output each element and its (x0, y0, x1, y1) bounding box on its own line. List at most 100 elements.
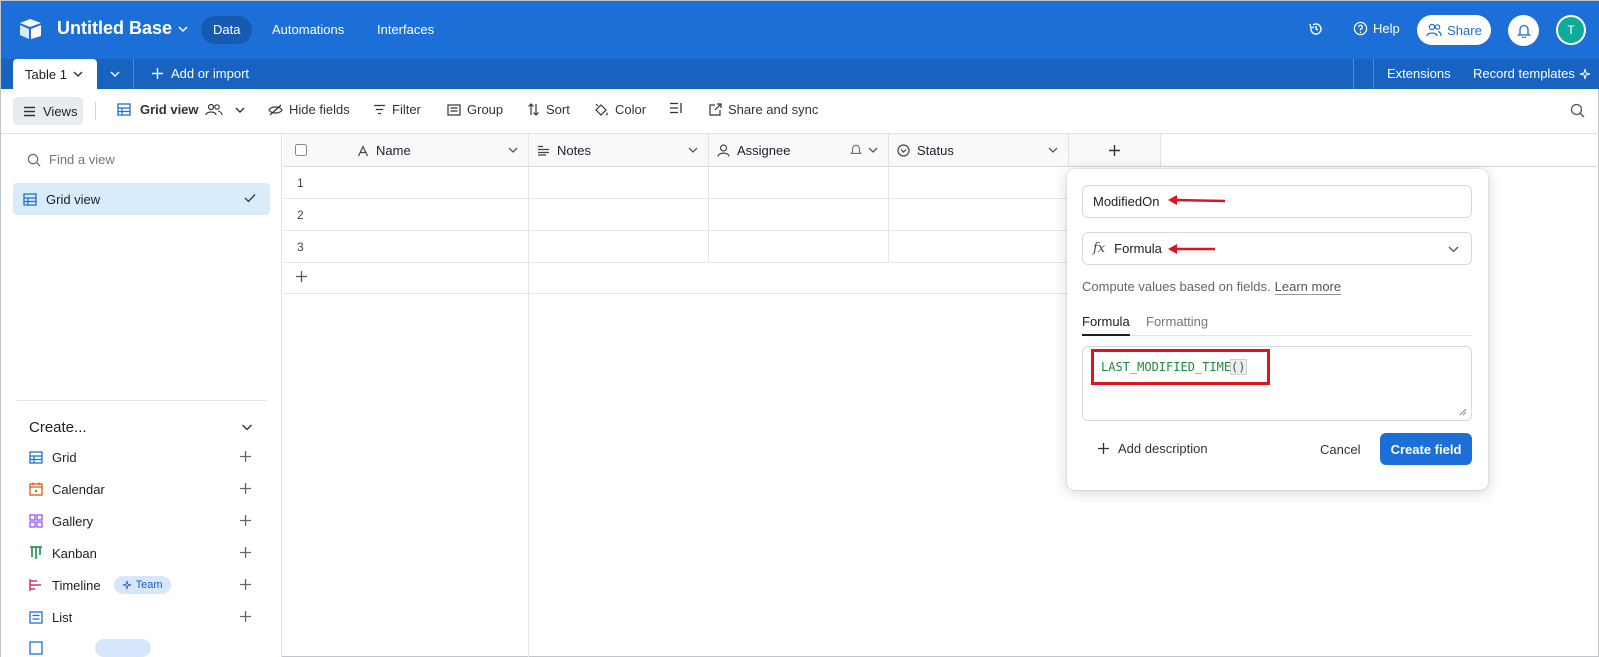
row-height-icon (670, 102, 682, 114)
views-toggle-button[interactable]: Views (13, 97, 83, 125)
bell-icon (1516, 24, 1531, 38)
add-record-icon[interactable] (295, 270, 308, 283)
notifications-button[interactable] (1508, 15, 1539, 46)
sort-button[interactable]: Sort (527, 102, 570, 117)
tab-formatting[interactable]: Formatting (1146, 314, 1208, 336)
chevron-down-icon[interactable] (688, 146, 698, 154)
create-view-heading[interactable]: Create... (29, 419, 87, 436)
column-label: Name (376, 143, 411, 158)
plus-icon[interactable] (239, 450, 252, 463)
create-list-item[interactable]: List (29, 607, 72, 627)
select-all-checkbox[interactable] (295, 144, 307, 156)
resize-handle-icon[interactable] (1459, 408, 1467, 416)
create-item-partial (29, 639, 259, 657)
plus-icon[interactable] (239, 482, 252, 495)
add-description-button[interactable]: Add description (1097, 441, 1208, 456)
nav-automations[interactable]: Automations (260, 16, 356, 44)
chevron-down-icon[interactable] (868, 146, 878, 154)
add-or-import-button[interactable]: Add or import (151, 66, 249, 81)
find-view-input[interactable]: Find a view (27, 152, 115, 167)
tab-divider (133, 59, 134, 89)
extensions-button[interactable]: Extensions (1387, 66, 1451, 81)
plus-icon[interactable] (239, 514, 252, 527)
share-and-sync-button[interactable]: Share and sync (709, 102, 818, 117)
list-icon (29, 610, 43, 624)
sparkle-icon (1579, 68, 1591, 79)
formula-editor[interactable]: LAST_MODIFIED_TIME() (1082, 346, 1472, 421)
chevron-down-icon[interactable] (508, 146, 518, 154)
help-icon (1353, 21, 1368, 36)
group-button[interactable]: Group (447, 102, 503, 117)
chevron-down-icon[interactable] (1048, 146, 1058, 154)
help-button[interactable]: Help (1353, 21, 1400, 36)
create-kanban-item[interactable]: Kanban (29, 543, 97, 563)
row-height-button[interactable] (669, 102, 683, 114)
airtable-logo-icon[interactable] (19, 18, 43, 40)
base-title-text: Untitled Base (57, 18, 173, 38)
color-button[interactable]: Color (594, 102, 646, 117)
history-icon[interactable] (1308, 21, 1324, 37)
nav-data[interactable]: Data (201, 16, 253, 44)
plus-icon[interactable] (239, 610, 252, 623)
plus-icon[interactable] (239, 578, 252, 591)
base-title[interactable]: Untitled Base (57, 18, 188, 39)
add-description-label: Add description (1118, 441, 1208, 456)
gantt-icon (29, 641, 43, 655)
team-badge: Team (113, 576, 171, 594)
cancel-button[interactable]: Cancel (1320, 442, 1360, 457)
external-link-icon (709, 103, 722, 116)
column-header-status[interactable]: Status (889, 134, 1069, 167)
long-text-icon (538, 145, 549, 156)
column-header-primary[interactable]: Name (283, 134, 529, 167)
eye-off-icon (268, 104, 283, 115)
create-calendar-item[interactable]: Calendar (29, 479, 105, 499)
create-item-label: Kanban (52, 545, 97, 561)
add-or-import-label: Add or import (171, 66, 250, 81)
create-field-label: Create field (1390, 441, 1462, 457)
grid-icon (23, 192, 37, 206)
top-header: Untitled Base Data Automations Interface… (1, 1, 1599, 59)
create-item-label: Grid (52, 449, 77, 465)
field-type-select[interactable]: fx Formula (1082, 232, 1472, 265)
all-tables-chevron-icon[interactable] (109, 68, 121, 80)
chevron-down-icon[interactable] (241, 422, 253, 432)
tab-table-1[interactable]: Table 1 (13, 59, 97, 89)
table-row[interactable]: 2 (283, 199, 1073, 231)
plus-icon[interactable] (239, 546, 252, 559)
user-avatar[interactable]: T (1556, 15, 1586, 45)
nav-interfaces[interactable]: Interfaces (365, 16, 446, 44)
chevron-down-icon (73, 71, 83, 77)
create-timeline-item[interactable]: Timeline Team (29, 575, 171, 595)
field-name-value: ModifiedOn (1093, 194, 1160, 209)
create-grid-item[interactable]: Grid (29, 447, 77, 467)
field-name-input[interactable]: ModifiedOn (1082, 185, 1472, 218)
search-icon[interactable] (1570, 103, 1585, 118)
view-name: Grid view (140, 102, 199, 117)
create-field-button[interactable]: Create field (1380, 433, 1472, 465)
help-label: Help (1373, 21, 1400, 36)
learn-more-link[interactable]: Learn more (1274, 279, 1342, 295)
filter-button[interactable]: Filter (373, 102, 421, 117)
column-header-notes[interactable]: Notes (529, 134, 709, 167)
view-switcher[interactable]: Grid view (117, 102, 245, 117)
column-header-assignee[interactable]: Assignee (709, 134, 889, 167)
tab-formula[interactable]: Formula (1082, 314, 1130, 336)
field-type-description: Compute values based on fields. Learn mo… (1082, 279, 1342, 295)
table-row[interactable]: 3 (283, 231, 1073, 263)
chevron-down-icon (1448, 245, 1459, 253)
table-tab-label: Table 1 (25, 66, 67, 82)
sidebar-item-grid-view[interactable]: Grid view (13, 183, 270, 215)
create-gallery-item[interactable]: Gallery (29, 511, 93, 531)
add-row-strip[interactable] (283, 263, 1073, 294)
users-icon (1426, 23, 1442, 37)
share-button[interactable]: Share (1417, 15, 1491, 45)
record-templates-button[interactable]: Record templates (1473, 66, 1591, 81)
record-templates-label: Record templates (1473, 66, 1575, 81)
team-badge-label: Team (135, 579, 163, 591)
gallery-icon (29, 514, 43, 528)
table-row[interactable]: 1 (283, 167, 1073, 199)
add-field-button[interactable] (1069, 134, 1161, 167)
find-view-placeholder: Find a view (49, 152, 115, 167)
hide-fields-button[interactable]: Hide fields (268, 102, 350, 117)
column-divider (708, 167, 709, 263)
